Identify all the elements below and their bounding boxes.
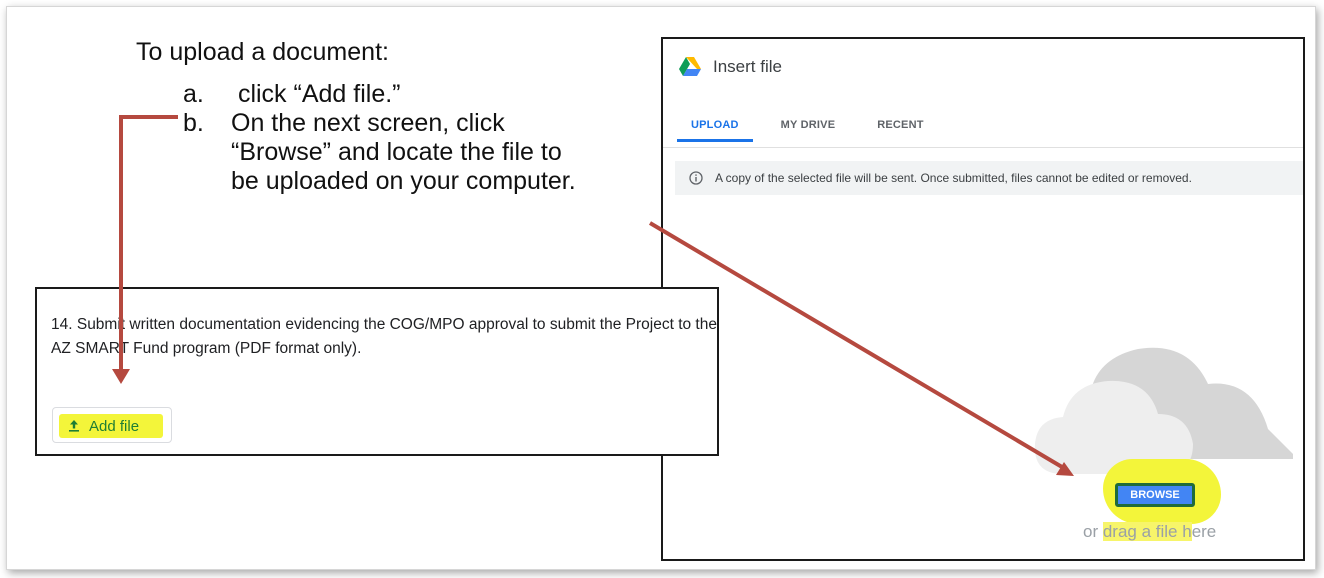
tab-upload[interactable]: UPLOAD <box>677 119 753 142</box>
drag-text-suffix: ere <box>1191 522 1217 541</box>
notice-text: A copy of the selected file will be sent… <box>715 171 1192 185</box>
step-marker: a. <box>183 80 204 108</box>
drag-text-prefix: or <box>1083 522 1103 541</box>
form-question-panel: 14. Submit written documentation evidenc… <box>35 287 719 456</box>
step-text: On the next screen, click “Browse” and l… <box>231 109 576 195</box>
drag-text-highlight: drag a file h <box>1102 522 1192 541</box>
question-text: 14. Submit written documentation evidenc… <box>51 316 717 357</box>
info-icon <box>689 171 703 185</box>
add-file-highlight: Add file <box>59 414 163 438</box>
tab-recent[interactable]: RECENT <box>863 119 937 141</box>
add-file-label: Add file <box>89 417 140 435</box>
tab-my-drive[interactable]: MY DRIVE <box>767 119 850 141</box>
add-file-button[interactable]: Add file <box>52 407 172 443</box>
tab-divider <box>663 147 1303 148</box>
step-text: click “Add file.” <box>231 80 401 108</box>
upload-notice: A copy of the selected file will be sent… <box>675 161 1303 195</box>
dialog-tabs: UPLOAD MY DRIVE RECENT <box>677 119 952 142</box>
step-a: a. click “Add file.” <box>183 80 576 109</box>
drag-drop-hint: or drag a file here <box>1083 522 1216 542</box>
google-drive-icon <box>679 57 701 76</box>
dialog-title-text: Insert file <box>713 57 782 76</box>
upload-icon <box>69 420 79 432</box>
instruction-steps: a. click “Add file.” b. On the next scre… <box>183 80 576 196</box>
insert-file-dialog: Insert file UPLOAD MY DRIVE RECENT A cop… <box>661 37 1305 561</box>
instructions-heading: To upload a document: <box>136 38 389 66</box>
step-b: b. On the next screen, click “Browse” an… <box>183 109 576 196</box>
step-marker: b. <box>183 109 204 137</box>
cloud-illustration <box>1023 309 1298 484</box>
dialog-title: Insert file <box>679 57 782 77</box>
browse-button[interactable]: BROWSE <box>1115 483 1195 507</box>
